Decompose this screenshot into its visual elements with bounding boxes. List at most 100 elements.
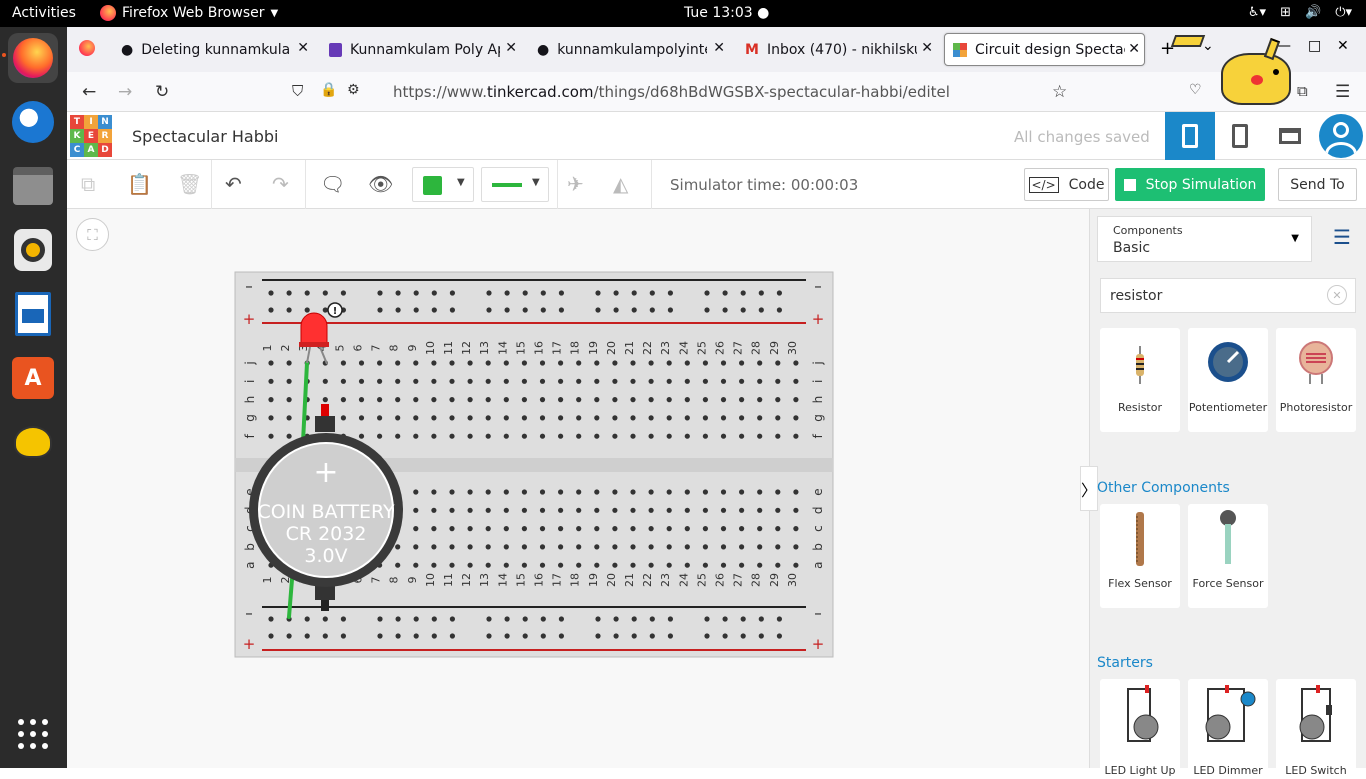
network-icon[interactable]: ⊞ — [1280, 5, 1291, 20]
reload-icon[interactable]: ↻ — [155, 82, 169, 102]
column-number: 29 — [768, 341, 781, 355]
accessibility-icon[interactable]: ♿▾ — [1248, 5, 1266, 20]
rail-symbol: + — [243, 310, 256, 328]
workplane[interactable]: ⛶ ––++––++112233445566778899101011111212… — [67, 209, 1089, 768]
starter-led-dimmer[interactable]: LED Dimmer — [1188, 679, 1268, 779]
forward-icon[interactable]: → — [118, 82, 132, 102]
writer-icon[interactable] — [8, 289, 58, 339]
tab-github-2[interactable]: ● kunnamkulampolyinte ✕ — [529, 33, 729, 66]
rail-hole — [722, 307, 728, 313]
send-to-button[interactable]: Send To — [1278, 168, 1357, 201]
thunderbird-icon[interactable] — [8, 97, 58, 147]
github-icon: ● — [537, 41, 550, 58]
schematic-view-button[interactable] — [1215, 112, 1265, 160]
extensions-icon[interactable]: ⧉ — [1297, 82, 1308, 100]
starter-led-light-up[interactable]: LED Light Up — [1100, 679, 1180, 779]
rhythmbox-icon[interactable] — [8, 225, 58, 275]
clock[interactable]: Tue 13:03 ● — [684, 5, 769, 21]
teapot-app-icon[interactable] — [8, 417, 58, 467]
close-icon[interactable]: ✕ — [713, 40, 725, 56]
files-icon[interactable] — [8, 161, 58, 211]
wire-style-icon — [492, 183, 522, 187]
back-icon[interactable]: ← — [82, 82, 96, 102]
component-force-sensor[interactable]: Force Sensor — [1188, 504, 1268, 608]
document-title[interactable]: Spectacular Habbi — [132, 127, 278, 146]
tab-gmail[interactable]: M Inbox (470) - nikhilskun ✕ — [737, 33, 937, 66]
circuit-view-button[interactable] — [1165, 112, 1215, 160]
close-icon[interactable]: ✕ — [921, 40, 933, 56]
paste-icon[interactable]: 📋 — [127, 172, 152, 196]
app-menu[interactable]: Firefox Web Browser ▼ — [100, 5, 278, 21]
code-button[interactable]: </> Code — [1024, 168, 1109, 201]
color-picker[interactable]: ▼ — [412, 167, 474, 202]
undo-icon[interactable]: ↶ — [225, 172, 242, 196]
terminal-hole — [612, 378, 618, 384]
volume-icon[interactable]: 🔊 — [1305, 5, 1321, 20]
show-apps-grid-icon[interactable] — [8, 709, 58, 759]
component-potentiometer[interactable]: Potentiometer — [1188, 328, 1268, 432]
dropdown-value: Basic — [1113, 240, 1151, 256]
starters-title[interactable]: Starters — [1097, 655, 1153, 671]
menu-icon[interactable]: ☰ — [1335, 82, 1350, 102]
starter-led-switch[interactable]: LED Switch — [1276, 679, 1356, 779]
terminal-hole — [702, 415, 709, 421]
wire-type-picker[interactable]: ▼ — [481, 167, 549, 202]
breadboard[interactable]: ––++––++11223344556677889910101111121213… — [67, 209, 1089, 768]
component-list-view-button[interactable] — [1265, 112, 1315, 160]
flip-icon[interactable]: ◭ — [613, 172, 628, 196]
maximize-icon[interactable]: □ — [1308, 38, 1321, 54]
permissions-icon[interactable]: ⚙ — [347, 82, 360, 98]
column-number: 28 — [750, 341, 763, 355]
notes-icon[interactable]: 🗨 — [320, 172, 345, 196]
search-field[interactable]: ✕ — [1100, 278, 1356, 313]
window-close-icon[interactable]: ✕ — [1337, 38, 1349, 54]
collapse-panel-handle[interactable]: 〉 — [1080, 466, 1098, 511]
search-input[interactable] — [1101, 279, 1321, 312]
notes-visibility-icon[interactable]: 👁 — [368, 172, 393, 196]
tab-github-1[interactable]: ● Deleting kunnamkulan ✕ — [113, 33, 313, 66]
rail-hole — [722, 633, 728, 639]
delete-icon[interactable]: 🗑 — [177, 172, 202, 196]
copy-icon[interactable]: ⧉ — [81, 172, 95, 196]
terminal-hole — [775, 544, 781, 550]
row-letter: j — [811, 361, 825, 365]
component-photoresistor[interactable]: Photoresistor — [1276, 328, 1356, 432]
rail-hole — [522, 290, 528, 296]
rail-hole — [449, 616, 455, 622]
terminal-hole — [449, 526, 455, 532]
rail-hole — [504, 290, 510, 296]
tab-forms[interactable]: Kunnamkulam Poly Ap ✕ — [321, 33, 521, 66]
firefox-view-icon[interactable] — [79, 40, 95, 56]
redo-icon[interactable]: ↷ — [272, 172, 289, 196]
firefox-dock-icon[interactable] — [8, 33, 58, 83]
terminal-hole — [775, 489, 781, 495]
components-dropdown[interactable]: Components Basic ▼ — [1097, 216, 1312, 262]
component-flex-sensor[interactable]: Flex Sensor — [1100, 504, 1180, 608]
stop-simulation-button[interactable]: Stop Simulation — [1115, 168, 1265, 201]
other-components-title[interactable]: Other Components — [1097, 480, 1230, 496]
pikachu-desktop-pet[interactable] — [1170, 35, 1295, 107]
terminal-hole — [793, 433, 799, 439]
lock-icon[interactable]: 🔒 — [320, 82, 337, 98]
url-bar[interactable]: https://www.tinkercad.com/things/d68hBdW… — [393, 83, 950, 101]
component-resistor[interactable]: Resistor — [1100, 328, 1180, 432]
close-icon[interactable]: ✕ — [505, 40, 517, 56]
shield-icon[interactable]: ⛉ — [292, 82, 303, 100]
close-icon[interactable]: ✕ — [297, 40, 309, 56]
tinkercad-logo[interactable]: T I N K E R C A D — [70, 115, 112, 157]
list-view-icon[interactable]: ☰ — [1333, 225, 1351, 249]
system-tray[interactable]: ♿▾ ⊞ 🔊 ⏻▾ — [1248, 5, 1352, 20]
components-panel: Components Basic ▼ ☰ ✕ Resistor Potentio… — [1080, 209, 1366, 779]
rail-hole — [758, 307, 764, 313]
user-avatar[interactable] — [1316, 112, 1366, 160]
software-center-icon[interactable]: A — [8, 353, 58, 403]
clear-search-icon[interactable]: ✕ — [1327, 285, 1347, 305]
tab-tinkercad[interactable]: Circuit design Spectac ✕ — [944, 33, 1145, 66]
power-icon[interactable]: ⏻▾ — [1335, 5, 1352, 20]
close-icon[interactable]: ✕ — [1128, 41, 1140, 57]
activities-button[interactable]: Activities — [12, 5, 76, 21]
bookmark-star-icon[interactable]: ☆ — [1052, 82, 1067, 102]
terminal-hole — [467, 526, 473, 532]
rotate-icon[interactable]: ✈ — [567, 172, 584, 196]
terminal-hole — [576, 526, 582, 532]
